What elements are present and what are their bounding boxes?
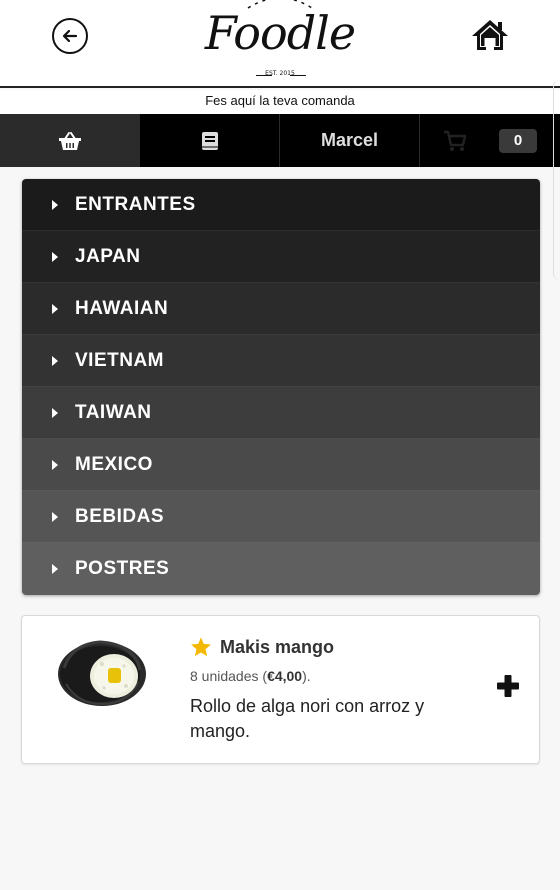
product-card[interactable]: Makis mango 8 unidades (€4,00). Rollo de… [21, 615, 540, 764]
caret-right-icon [52, 199, 58, 210]
product-name: Makis mango [220, 636, 335, 657]
menu-item-label: VIETNAM [75, 349, 164, 371]
scroll-indicator[interactable] [553, 80, 560, 280]
nav-user-tab[interactable]: Marcel [280, 114, 420, 167]
app-header: Foodle EST. 2015 [0, 0, 560, 88]
menu-item-label: MEXICO [75, 453, 153, 475]
menu-item-label: HAWAIAN [75, 297, 169, 319]
menu-item-entrantes[interactable]: ENTRANTES [22, 179, 540, 231]
caret-right-icon [52, 511, 58, 522]
product-description: Rollo de alga nori con arroz y mango. [190, 696, 425, 741]
menu-item-label: TAIWAN [75, 401, 152, 423]
menu-item-hawaian[interactable]: HAWAIAN [22, 283, 540, 335]
caret-right-icon [52, 303, 58, 314]
logo-wordmark: Foodle [204, 6, 356, 60]
menu-item-vietnam[interactable]: VIETNAM [22, 335, 540, 387]
menu-item-postres[interactable]: POSTRES [22, 543, 540, 595]
cart-count-badge: 0 [499, 128, 537, 153]
cart-icon [444, 130, 467, 151]
arrow-left-icon [62, 29, 78, 43]
caret-right-icon [52, 407, 58, 418]
nav-cart-tab[interactable]: 0 [420, 114, 560, 167]
user-name: Marcel [320, 130, 379, 150]
product-units-price: 8 unidades (€4,00). [190, 668, 311, 684]
menu-item-label: BEBIDAS [75, 505, 165, 527]
nav-shop-tab[interactable] [0, 114, 140, 167]
product-image [58, 640, 146, 706]
logo-est: EST. 2015 [265, 70, 295, 77]
menu-item-taiwan[interactable]: TAIWAN [22, 387, 540, 439]
plus-icon [497, 675, 519, 697]
page-subtitle: Fes aquí la teva comanda [0, 90, 560, 114]
nav-orders-tab[interactable] [140, 114, 280, 167]
caret-right-icon [52, 459, 58, 470]
top-navbar: Marcel 0 [0, 114, 560, 167]
category-menu: ENTRANTES JAPAN HAWAIAN VIETNAM TAIWAN MEXICO… [22, 179, 540, 595]
menu-item-label: JAPAN [75, 245, 141, 267]
book-icon [201, 131, 218, 150]
menu-item-mexico[interactable]: MEXICO [22, 439, 540, 491]
foodle-logo[interactable]: Foodle EST. 2015 [200, 0, 360, 86]
caret-right-icon [52, 355, 58, 366]
menu-item-label: ENTRANTES [75, 193, 196, 215]
caret-right-icon [52, 564, 58, 574]
product-units-end: ). [302, 668, 311, 684]
product-units: 8 unidades ( [190, 668, 268, 684]
back-button[interactable] [52, 18, 88, 54]
add-to-cart-button[interactable] [495, 673, 521, 699]
menu-item-japan[interactable]: JAPAN [22, 231, 540, 283]
star-icon [191, 637, 211, 657]
menu-item-label: POSTRES [75, 558, 170, 579]
home-button[interactable] [470, 18, 510, 52]
basket-icon [58, 131, 81, 150]
logo-line-right [290, 75, 306, 76]
product-price: €4,00 [267, 668, 303, 684]
product-title-row: Makis mango [190, 636, 334, 658]
caret-right-icon [52, 251, 58, 262]
home-icon [472, 20, 508, 50]
menu-item-bebidas[interactable]: BEBIDAS [22, 491, 540, 543]
